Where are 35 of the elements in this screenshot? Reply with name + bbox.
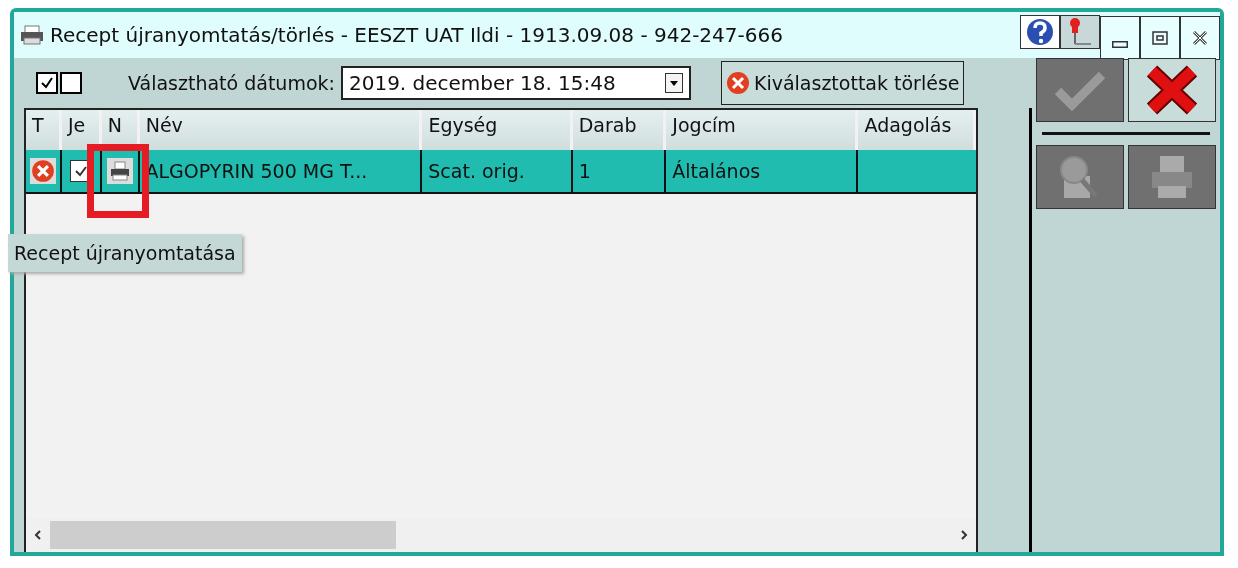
checked-checkbox[interactable] (36, 72, 58, 94)
date-dropdown[interactable]: 2019. december 18. 15:48 (340, 66, 691, 100)
maximize-icon (1150, 28, 1170, 48)
column-header[interactable]: Je (61, 110, 102, 150)
delete-icon[interactable] (29, 158, 56, 184)
column-header[interactable]: Darab (572, 110, 667, 150)
close-icon (1190, 28, 1210, 48)
table-cell: Általános (666, 150, 859, 192)
minimize-button[interactable] (1100, 16, 1140, 60)
column-header[interactable]: Adagolás (858, 110, 976, 150)
date-label: Választható dátumok: (128, 72, 335, 94)
delete-icon (725, 71, 750, 95)
column-header[interactable]: T (26, 110, 62, 150)
column-header[interactable]: Egység (422, 110, 573, 150)
empty-checkbox[interactable] (60, 72, 82, 94)
delete-selected-button[interactable]: Kiválasztottak törlése (720, 61, 965, 105)
cancel-button[interactable] (1128, 58, 1216, 122)
scroll-right-icon[interactable] (958, 529, 970, 541)
minimize-icon (1112, 40, 1128, 48)
column-header[interactable]: Név (139, 110, 423, 150)
table-cell: 1 (572, 150, 667, 192)
help-icon[interactable] (1020, 15, 1060, 49)
table-cell: Scat. orig. (422, 150, 573, 192)
window-title: Recept újranyomtatás/törlés - EESZT UAT Ildi - 1913.09.08 - 942-247-666 (50, 23, 783, 47)
pin-icon[interactable] (1060, 15, 1100, 49)
close-button[interactable] (1180, 16, 1220, 60)
column-header[interactable]: Jogcím (666, 110, 859, 150)
table-row[interactable]: ALGOPYRIN 500 MG T... Scat. orig. 1 Általános (26, 150, 976, 194)
printer-icon[interactable] (106, 158, 133, 184)
tooltip: Recept újranyomtatása (8, 234, 242, 272)
printer-icon (20, 25, 44, 45)
scroll-left-icon[interactable] (32, 529, 44, 541)
maximize-button[interactable] (1140, 16, 1180, 60)
table-cell: ALGOPYRIN 500 MG T... (139, 150, 423, 192)
checkmark-icon (39, 75, 55, 91)
